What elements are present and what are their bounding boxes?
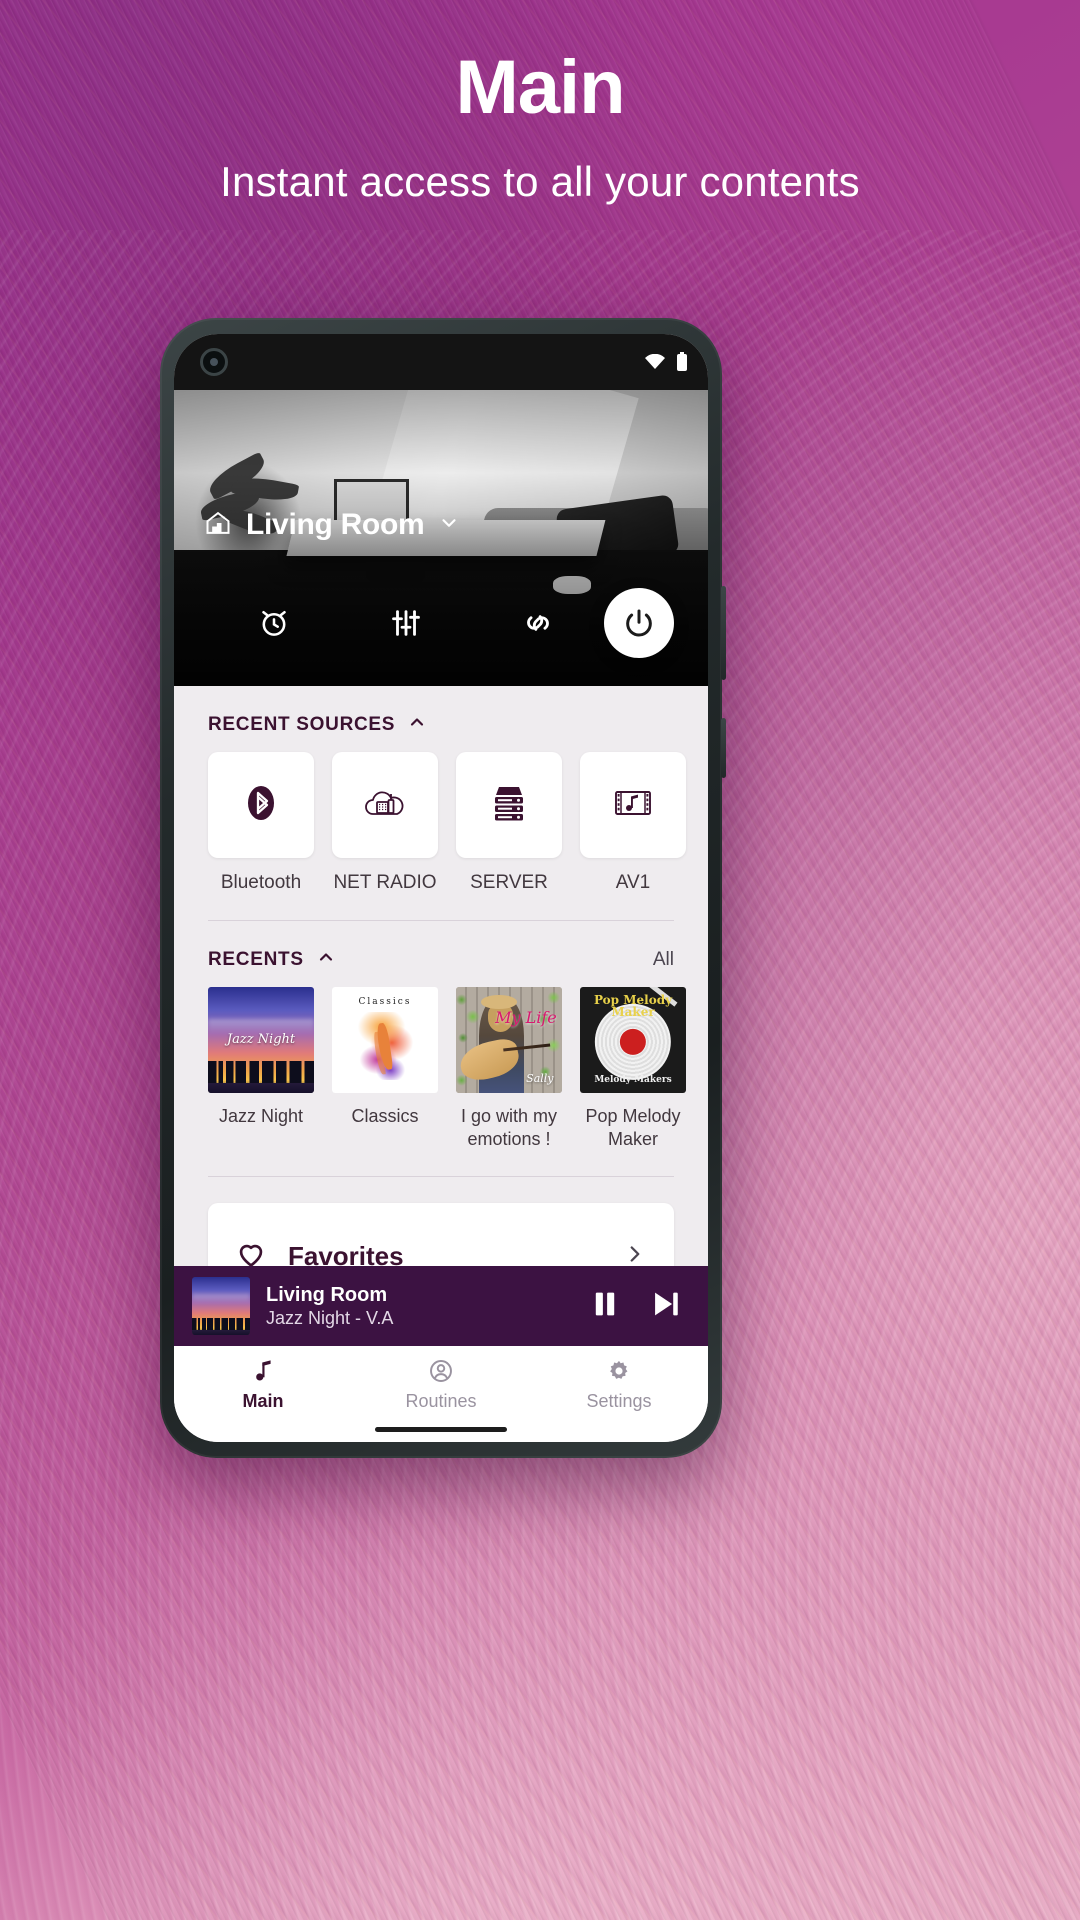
source-item-server[interactable]: SERVER (456, 752, 562, 894)
room-selector[interactable]: Living Room (204, 508, 460, 542)
chevron-up-icon[interactable] (407, 712, 427, 738)
cover-title: Jazz Night (226, 1031, 296, 1047)
cloud-radio-icon (361, 781, 409, 830)
source-card[interactable] (332, 752, 438, 858)
gear-icon (606, 1358, 632, 1384)
recent-sources-list: Bluetooth NET RADIO SERVER AV1 (174, 752, 708, 894)
home-indicator (375, 1427, 507, 1432)
account-icon (428, 1358, 454, 1384)
nav-item-settings[interactable]: Settings (530, 1358, 708, 1412)
film-music-icon (609, 783, 657, 828)
phone-power-button (721, 718, 726, 778)
phone-screen: Living Room RECENT SOURCES Bluetooth NET… (174, 334, 708, 1442)
nav-item-main[interactable]: Main (174, 1358, 352, 1412)
source-item-av1[interactable]: AV1 (580, 752, 686, 894)
source-item-bluetooth[interactable]: Bluetooth (208, 752, 314, 894)
room-name: Living Room (246, 508, 425, 541)
recent-label: Pop Melody Maker (585, 1106, 681, 1149)
source-item-net-radio[interactable]: NET RADIO (332, 752, 438, 894)
now-playing-art[interactable] (192, 1277, 250, 1335)
recent-item-my-life[interactable]: My Life Sally I go with my emotions ! (456, 987, 562, 1150)
chevron-down-icon[interactable] (438, 512, 460, 539)
room-hero: Living Room (174, 390, 708, 686)
promo-header: Main Instant access to all your contents (0, 48, 1080, 210)
battery-icon (676, 352, 688, 372)
recents-header[interactable]: RECENTS All (174, 921, 708, 987)
pop-melody-maker-cover[interactable]: Pop Melody Maker Melody Makers (580, 987, 686, 1093)
now-playing-title: Living Room (266, 1283, 388, 1306)
recents-title: RECENTS (208, 949, 304, 970)
promo-subtitle: Instant access to all your contents (220, 157, 860, 205)
house-icon (204, 509, 232, 542)
my-life-cover[interactable]: My Life Sally (456, 987, 562, 1093)
section-divider (208, 1176, 674, 1177)
hero-action-row (174, 588, 708, 658)
source-card[interactable] (456, 752, 562, 858)
now-playing-text: Living Room Jazz Night - V.A (266, 1283, 572, 1330)
recent-label: Classics (351, 1106, 419, 1126)
cover-subtitle: Melody Makers (594, 1075, 672, 1086)
recent-label: Jazz Night (218, 1106, 304, 1126)
pause-icon[interactable] (588, 1287, 622, 1326)
main-content: RECENT SOURCES Bluetooth NET RADIO SERVE… (174, 686, 708, 1346)
cover-title: Classics (358, 996, 412, 1007)
now-playing-controls (588, 1287, 690, 1326)
nav-item-routines[interactable]: Routines (352, 1358, 530, 1412)
bluetooth-icon (239, 781, 283, 830)
equalizer-icon[interactable] (340, 606, 472, 640)
source-label: AV1 (615, 872, 651, 893)
jazz-night-cover[interactable]: Jazz Night (208, 987, 314, 1093)
wifi-icon (644, 354, 666, 370)
recent-label: I go with my emotions ! (460, 1106, 558, 1149)
recents-list: Jazz Night Jazz Night Classics Classics (174, 987, 708, 1150)
promo-title: Main (455, 45, 625, 130)
recents-all-link[interactable]: All (653, 949, 674, 971)
source-label: NET RADIO (333, 872, 437, 893)
source-label: Bluetooth (220, 872, 302, 893)
cover-title: My Life (495, 1008, 557, 1028)
source-card[interactable] (208, 752, 314, 858)
classics-cover[interactable]: Classics (332, 987, 438, 1093)
nav-label: Settings (586, 1391, 652, 1411)
source-label: SERVER (470, 872, 548, 893)
cover-artist: Sally (526, 1071, 554, 1085)
next-track-icon[interactable] (648, 1287, 682, 1326)
front-camera (200, 348, 228, 376)
recent-item-jazz-night[interactable]: Jazz Night Jazz Night (208, 987, 314, 1150)
phone-mockup: Living Room RECENT SOURCES Bluetooth NET… (160, 318, 726, 1458)
recent-sources-header[interactable]: RECENT SOURCES (174, 686, 708, 752)
nav-label: Main (242, 1391, 284, 1411)
recent-sources-title: RECENT SOURCES (208, 714, 396, 735)
server-icon (486, 782, 532, 829)
recent-item-classics[interactable]: Classics Classics (332, 987, 438, 1150)
music-note-icon (250, 1358, 276, 1384)
recent-item-pop-melody-maker[interactable]: Pop Melody Maker Melody Makers Pop Melod… (580, 987, 686, 1150)
bottom-navigation: Main Routines Settings (174, 1346, 708, 1442)
nav-label: Routines (405, 1391, 477, 1411)
link-icon[interactable] (472, 606, 604, 640)
now-playing-bar[interactable]: Living Room Jazz Night - V.A (174, 1266, 708, 1346)
status-bar (174, 334, 708, 390)
power-icon[interactable] (604, 588, 674, 658)
cover-title: Pop Melody Maker (593, 993, 673, 1020)
source-card[interactable] (580, 752, 686, 858)
now-playing-subtitle: Jazz Night - V.A (266, 1307, 394, 1328)
phone-volume-button (721, 586, 726, 680)
alarm-icon[interactable] (208, 606, 340, 640)
chevron-up-icon[interactable] (316, 947, 336, 973)
